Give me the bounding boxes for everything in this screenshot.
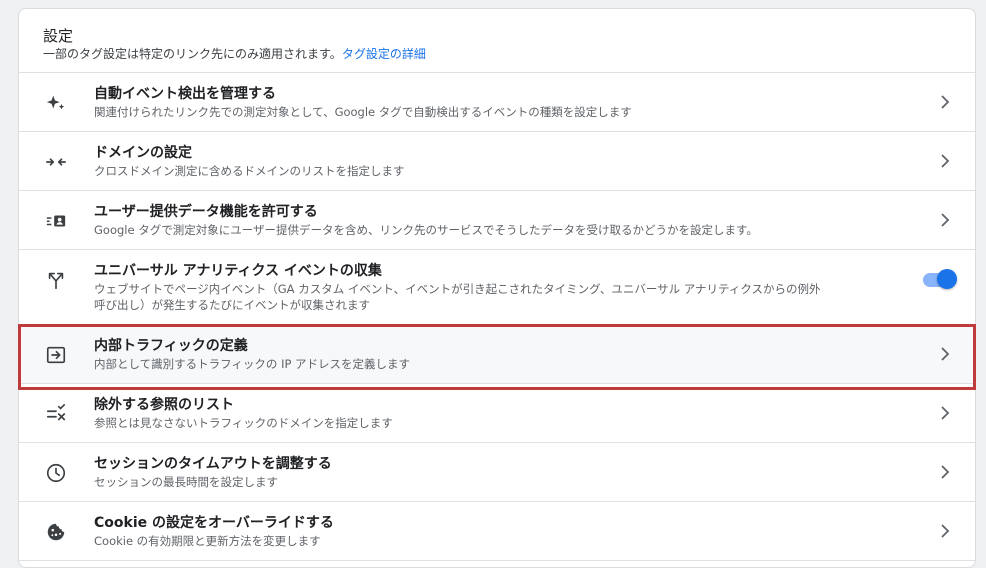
clock-icon: [45, 462, 67, 484]
list-remove-icon: [45, 403, 67, 425]
row-title: ドメインの設定: [94, 145, 192, 161]
row-description: セッションの最長時間を設定します: [94, 475, 278, 489]
row-title: 除外する参照のリスト: [94, 397, 234, 413]
settings-row-internal-traffic[interactable]: 内部トラフィックの定義 内部として識別するトラフィックの IP アドレスを定義し…: [19, 325, 975, 384]
settings-card: 設定 一部のタグ設定は特定のリンク先にのみ適用されます。タグ設定の詳細 自動イベ…: [18, 8, 976, 568]
settings-header: 設定 一部のタグ設定は特定のリンク先にのみ適用されます。タグ設定の詳細: [19, 9, 975, 73]
settings-row-session-timeout[interactable]: セッションのタイムアウトを調整する セッションの最長時間を設定します: [19, 443, 975, 502]
row-title: 内部トラフィックの定義: [94, 338, 248, 354]
toggle-knob: [937, 269, 957, 289]
sparkle-icon: [45, 92, 67, 114]
tag-settings-details-link[interactable]: タグ設定の詳細: [342, 47, 426, 61]
chevron-right-icon[interactable]: [939, 404, 951, 422]
row-description: Cookie の有効期限と更新方法を変更します: [94, 534, 321, 548]
row-description: Google タグで測定対象にユーザー提供データを含め、リンク先のサービスでそう…: [94, 223, 758, 237]
row-title: セッションのタイムアウトを調整する: [94, 456, 332, 472]
row-title: Cookie の設定をオーバーライドする: [94, 515, 334, 531]
row-title: ユニバーサル アナリティクス イベントの収集: [94, 263, 382, 279]
row-description: 内部として識別するトラフィックの IP アドレスを定義します: [94, 357, 411, 371]
row-description-line-1: ウェブサイトでページ内イベント（GA カスタム イベント、イベントが引き起こされ…: [94, 282, 821, 296]
row-title: ユーザー提供データ機能を許可する: [94, 204, 318, 220]
chevron-right-icon[interactable]: [939, 463, 951, 481]
header-subtitle-text: 一部のタグ設定は特定のリンク先にのみ適用されます。: [43, 47, 342, 61]
settings-row-domains[interactable]: ドメインの設定 クロスドメイン測定に含めるドメインのリストを指定します: [19, 132, 975, 191]
cookie-icon: [45, 521, 67, 543]
row-description: 関連付けられたリンク先での測定対象として、Google タグで自動検出するイベン…: [94, 105, 632, 119]
settings-row-cookie-override[interactable]: Cookie の設定をオーバーライドする Cookie の有効期限と更新方法を変…: [19, 502, 975, 561]
merge-arrows-icon: [45, 151, 67, 173]
settings-row-ua-event-collection: ユニバーサル アナリティクス イベントの収集 ウェブサイトでページ内イベント（G…: [19, 250, 975, 325]
chevron-right-icon[interactable]: [939, 93, 951, 111]
chevron-right-icon[interactable]: [939, 345, 951, 363]
settings-row-unwanted-referrals[interactable]: 除外する参照のリスト 参照とは見なさないトラフィックのドメインを指定します: [19, 384, 975, 443]
row-description-line-2: 呼び出し）が発生するたびにイベントが収集されます: [94, 298, 370, 312]
row-title: 自動イベント検出を管理する: [94, 86, 276, 102]
fork-arrow-icon: [45, 269, 67, 291]
settings-row-auto-event-detection[interactable]: 自動イベント検出を管理する 関連付けられたリンク先での測定対象として、Googl…: [19, 73, 975, 132]
chevron-right-icon[interactable]: [939, 152, 951, 170]
chevron-right-icon[interactable]: [939, 522, 951, 540]
header-subtitle: 一部のタグ設定は特定のリンク先にのみ適用されます。タグ設定の詳細: [43, 46, 975, 63]
ua-event-collection-toggle[interactable]: [921, 268, 957, 290]
chevron-right-icon[interactable]: [939, 211, 951, 229]
row-description: クロスドメイン測定に含めるドメインのリストを指定します: [94, 164, 405, 178]
sign-in-icon: [45, 344, 67, 366]
user-data-icon: [45, 210, 67, 232]
page-title: 設定: [43, 27, 74, 45]
row-description: 参照とは見なさないトラフィックのドメインを指定します: [94, 416, 393, 430]
settings-row-user-provided-data[interactable]: ユーザー提供データ機能を許可する Google タグで測定対象にユーザー提供デー…: [19, 191, 975, 250]
